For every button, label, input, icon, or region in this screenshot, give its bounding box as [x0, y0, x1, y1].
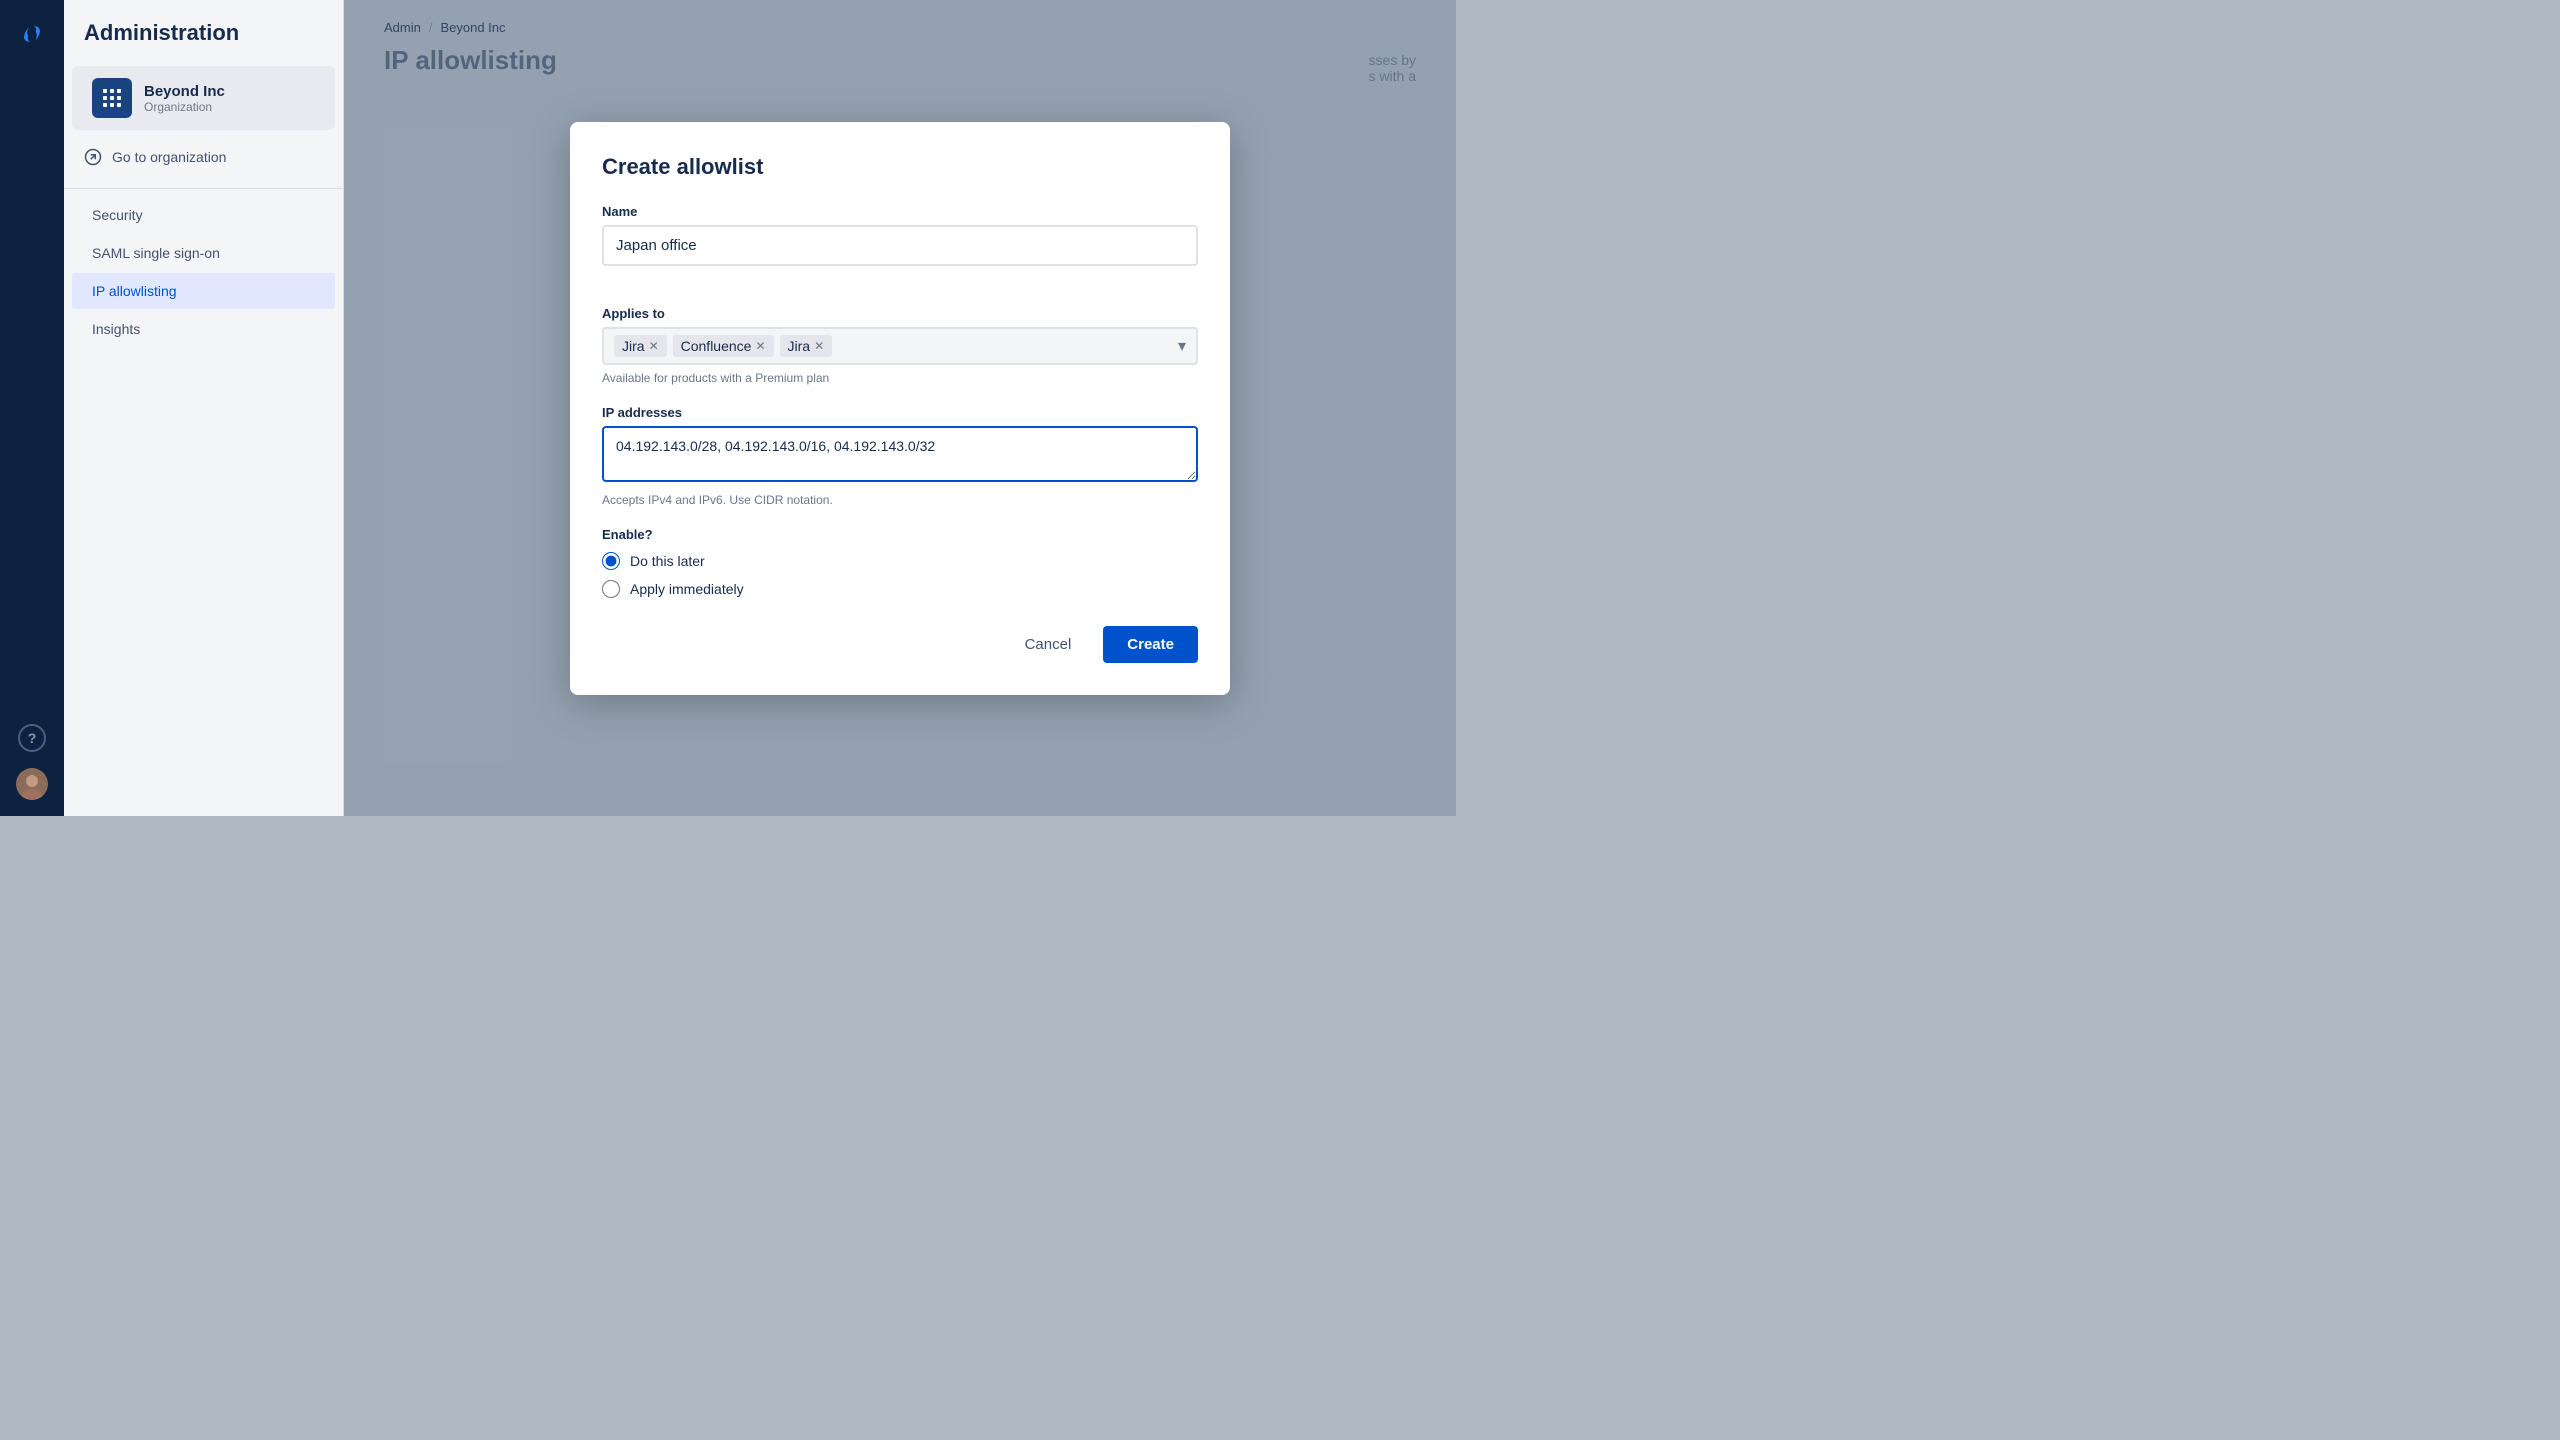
radio-do-later-label: Do this later [630, 553, 705, 569]
enable-label: Enable? [602, 527, 1198, 542]
nav-divider [64, 188, 343, 189]
ip-hint: Accepts IPv4 and IPv6. Use CIDR notation… [602, 493, 1198, 507]
applies-to-dropdown[interactable]: Jira ✕ Confluence ✕ Jira ✕ ▾ [602, 327, 1198, 365]
applies-to-group: Applies to Jira ✕ Confluence ✕ Jira ✕ ▾ [602, 306, 1198, 385]
enable-group: Enable? Do this later Apply immediately [602, 527, 1198, 598]
tag-jira2-remove[interactable]: ✕ [814, 340, 824, 352]
org-icon [92, 78, 132, 118]
radio-do-later[interactable]: Do this later [602, 552, 1198, 570]
tag-jira1[interactable]: Jira ✕ [614, 335, 667, 357]
tag-jira1-remove[interactable]: ✕ [649, 340, 659, 352]
icon-bar: ? [0, 0, 64, 816]
cancel-button[interactable]: Cancel [1005, 626, 1092, 663]
chevron-down-icon: ▾ [1178, 336, 1186, 356]
radio-apply-immediately[interactable]: Apply immediately [602, 580, 1198, 598]
tag-confluence[interactable]: Confluence ✕ [673, 335, 774, 357]
tag-confluence-label: Confluence [681, 338, 752, 354]
modal-footer: Cancel Create [602, 626, 1198, 663]
sidebar-item-security[interactable]: Security [72, 197, 335, 233]
name-label: Name [602, 204, 1198, 219]
ip-addresses-label: IP addresses [602, 405, 1198, 420]
modal-title: Create allowlist [602, 154, 1198, 180]
sidebar-item-ip-allowlisting[interactable]: IP allowlisting [72, 273, 335, 309]
atlassian-logo[interactable] [14, 16, 50, 52]
name-input[interactable] [602, 225, 1198, 266]
tag-jira2-label: Jira [788, 338, 811, 354]
name-field-group: Name [602, 204, 1198, 286]
tag-jira2[interactable]: Jira ✕ [780, 335, 833, 357]
modal-overlay: Create allowlist Name Applies to Jira ✕ … [344, 0, 1456, 816]
ip-addresses-group: IP addresses 04.192.143.0/28, 04.192.143… [602, 405, 1198, 507]
org-type: Organization [144, 100, 225, 114]
radio-apply-immediately-label: Apply immediately [630, 581, 744, 597]
sidebar-item-insights[interactable]: Insights [72, 311, 335, 347]
org-name: Beyond Inc [144, 83, 225, 100]
left-nav: Administration Beyond Inc Organization [64, 0, 344, 816]
user-avatar[interactable] [16, 768, 48, 800]
go-to-org-button[interactable]: Go to organization [64, 138, 343, 176]
go-to-org-label: Go to organization [112, 149, 226, 165]
tag-confluence-remove[interactable]: ✕ [755, 340, 765, 352]
help-icon[interactable]: ? [18, 724, 46, 752]
tag-jira1-label: Jira [622, 338, 645, 354]
premium-note: Available for products with a Premium pl… [602, 371, 1198, 385]
ip-addresses-input[interactable]: 04.192.143.0/28, 04.192.143.0/16, 04.192… [602, 426, 1198, 482]
admin-title: Administration [64, 20, 343, 66]
main-content: Admin / Beyond Inc IP allowlisting sses … [344, 0, 1456, 816]
modal-dialog: Create allowlist Name Applies to Jira ✕ … [570, 122, 1230, 695]
applies-to-label: Applies to [602, 306, 1198, 321]
radio-apply-immediately-input[interactable] [602, 580, 620, 598]
radio-do-later-input[interactable] [602, 552, 620, 570]
sidebar-item-saml[interactable]: SAML single sign-on [72, 235, 335, 271]
create-button[interactable]: Create [1103, 626, 1198, 663]
org-card[interactable]: Beyond Inc Organization [72, 66, 335, 130]
